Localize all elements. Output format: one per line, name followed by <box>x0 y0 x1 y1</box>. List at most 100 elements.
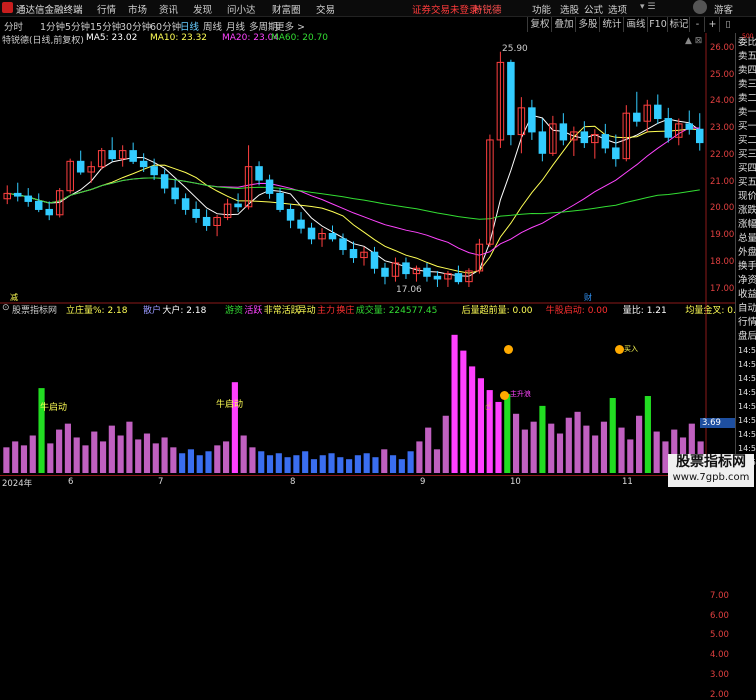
quote-panel-label[interactable]: 换手 <box>738 261 756 272</box>
menu-market[interactable]: 市场 <box>128 2 147 16</box>
trade-login-status[interactable]: 证券交易未登录 <box>412 2 479 16</box>
menu-formula[interactable]: 公式 <box>584 2 603 16</box>
quote-panel-label[interactable]: 盘后 <box>738 331 756 342</box>
high-price-label: 25.90 <box>502 44 528 54</box>
tab-period-timeshare[interactable]: 分时 <box>4 19 23 33</box>
quote-panel-label[interactable]: 买四 <box>738 163 756 174</box>
volume-bar <box>539 405 546 473</box>
candle-body <box>633 112 641 122</box>
tab-period-30min[interactable]: 30分钟 <box>120 19 151 33</box>
volume-bars <box>3 334 704 473</box>
menu-quotes[interactable]: 行情 <box>97 2 116 16</box>
volume-bar <box>337 457 344 473</box>
candle-body <box>13 192 22 197</box>
quote-panel-label[interactable]: 14:50 <box>738 401 756 412</box>
panel-toggle-icon[interactable]: ▯ <box>719 17 736 32</box>
menu-functions[interactable]: 功能 <box>532 2 551 16</box>
menu-wealth[interactable]: 财富圈 <box>272 2 301 16</box>
candle-body <box>255 166 263 181</box>
tab-period-15min[interactable]: 15分钟 <box>90 19 121 33</box>
candle-body <box>402 262 410 275</box>
event-marker-reduce[interactable]: 减 <box>10 292 18 303</box>
quote-panel-label[interactable]: 涨幅 <box>738 219 756 230</box>
tab-period-monthly[interactable]: 月线 <box>226 19 245 33</box>
volume-bar <box>319 455 326 473</box>
volume-bar <box>644 396 651 473</box>
quote-panel-label[interactable]: 卖三 <box>738 79 756 90</box>
quote-panel-label[interactable]: 14:50 <box>738 429 756 440</box>
quote-panel-label[interactable]: 涨跌 <box>738 205 756 216</box>
quote-panel-label[interactable]: 卖二 <box>738 93 756 104</box>
price-tick-label: 22.00 <box>710 149 735 160</box>
mark-button[interactable]: 标记 <box>667 17 690 32</box>
menu-discover[interactable]: 发现 <box>193 2 212 16</box>
tab-period-5min[interactable]: 5分钟 <box>65 19 90 33</box>
quote-panel-label[interactable]: 外盘 <box>738 247 756 258</box>
quote-panel-label[interactable]: 现价 <box>738 191 756 202</box>
price-tick-label: 26.00 <box>710 43 735 54</box>
quote-panel-label[interactable]: 净资 <box>738 275 756 286</box>
tab-period-more[interactable]: 更多 > <box>275 19 305 33</box>
stock-name-tag[interactable]: 特锐德 <box>473 2 502 16</box>
menu-trade[interactable]: 交易 <box>316 2 335 16</box>
quote-panel-label[interactable]: 卖四 <box>738 65 756 76</box>
right-quote-panel[interactable]: 委比 卖五 卖四 卖三 卖二 卖一 买一 买二 买三 买四 买五 现价 涨跌 涨幅 总量 外盘 换手 净资 收益 自动… <box>735 33 756 487</box>
volume-bar <box>205 451 212 473</box>
quote-panel-label[interactable]: 行情 <box>738 317 756 328</box>
quote-panel-label[interactable]: 买二 <box>738 135 756 146</box>
menu-news[interactable]: 资讯 <box>159 2 178 16</box>
multi-stock-button[interactable]: 多股 <box>575 17 600 32</box>
f10-button[interactable]: F10 <box>647 17 668 32</box>
volume-bar <box>477 378 484 473</box>
quote-panel-label[interactable]: 收益 <box>738 289 756 300</box>
tab-period-daily[interactable]: 日线 <box>180 19 199 33</box>
zoom-out-button[interactable]: - <box>689 17 705 32</box>
quote-panel-label[interactable]: 14:50 <box>738 387 756 398</box>
candle-body <box>34 200 43 210</box>
settings-icon[interactable]: ▾ ☰ <box>640 2 655 12</box>
avatar[interactable] <box>693 0 707 14</box>
volume-bar <box>433 449 441 473</box>
volume-bar <box>469 366 476 473</box>
watermark-url: www.7gpb.com <box>672 472 750 483</box>
stats-button[interactable]: 统计 <box>599 17 624 32</box>
quote-panel-label[interactable]: 卖一 <box>738 107 756 118</box>
event-marker-finance[interactable]: 财 <box>584 292 592 303</box>
quote-panel-label[interactable]: 买一 <box>738 121 756 132</box>
quote-panel-label[interactable]: 总量 <box>738 233 756 244</box>
price-tick-label: 21.00 <box>710 176 735 187</box>
kline-chart[interactable] <box>0 33 735 475</box>
menu-options[interactable]: 选项 <box>608 2 627 16</box>
quote-panel-label[interactable]: 卖五 <box>738 51 756 62</box>
menu-ask[interactable]: 问小达 <box>227 2 256 16</box>
tab-period-weekly[interactable]: 周线 <box>203 19 222 33</box>
zoom-in-button[interactable]: + <box>704 17 720 32</box>
cursor-value-badge: 3.69 <box>700 418 736 428</box>
quote-panel-label[interactable]: 14:50 <box>738 345 756 356</box>
quote-panel-label[interactable]: 买三 <box>738 149 756 160</box>
volume-bar <box>521 429 528 473</box>
quote-panel-label[interactable]: 14:50 <box>738 443 756 454</box>
guest-label[interactable]: 游客 <box>714 2 733 16</box>
volume-bar <box>161 437 168 473</box>
overlay-button[interactable]: 叠加 <box>551 17 576 32</box>
quote-panel-label[interactable]: 14:50 <box>738 373 756 384</box>
quote-panel-label[interactable]: 自动 <box>738 303 756 314</box>
quote-panel-label[interactable]: 买五 <box>738 177 756 188</box>
menu-stock-select[interactable]: 选股 <box>560 2 579 16</box>
tab-period-60min[interactable]: 60分钟 <box>150 19 181 33</box>
quote-panel-label[interactable]: 14:50 <box>738 415 756 426</box>
candle-body <box>654 104 662 120</box>
draw-line-button[interactable]: 画线 <box>623 17 648 32</box>
candle-body <box>160 174 169 189</box>
date-axis: 2024年 6 7 8 9 10 11 <box>0 475 735 489</box>
tab-period-1min[interactable]: 1分钟 <box>40 19 65 33</box>
adjust-button[interactable]: 复权 <box>527 17 552 32</box>
volume-bar <box>442 415 449 473</box>
volume-bar <box>64 423 71 473</box>
volume-bar <box>556 433 564 473</box>
volume-bar <box>284 457 291 473</box>
quote-panel-label[interactable]: 14:50 <box>738 359 756 370</box>
tab-period-multi[interactable]: 多周期 <box>249 19 278 33</box>
candle-body <box>381 267 389 277</box>
